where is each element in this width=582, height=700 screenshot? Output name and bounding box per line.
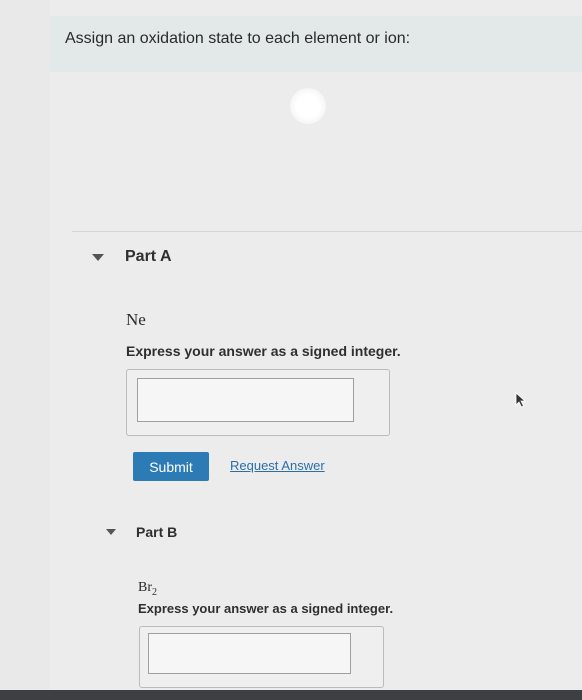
part-b-header[interactable]: Part B: [106, 524, 177, 540]
collapse-triangle-icon[interactable]: [106, 529, 116, 535]
part-a-species: Ne: [126, 310, 146, 329]
part-b-instruction: Express your answer as a signed integer.: [138, 601, 394, 616]
screen: Assign an oxidation state to each elemen…: [0, 0, 582, 690]
part-a-label: Part A: [125, 248, 172, 265]
problem-intro-text: Assign an oxidation state to each elemen…: [65, 30, 411, 47]
submit-button[interactable]: Submit: [133, 452, 209, 481]
part-b-species-base: Br: [138, 580, 152, 595]
part-b-species: Br2: [138, 580, 157, 598]
part-b-label: Part B: [136, 524, 178, 540]
section-divider: [72, 231, 582, 232]
part-a-answer-input[interactable]: [137, 378, 354, 422]
problem-intro: Assign an oxidation state to each elemen…: [50, 16, 582, 72]
bottom-bar: [0, 690, 582, 700]
screen-glare: [290, 88, 326, 124]
cursor-arrow-icon: [515, 392, 527, 408]
part-a-header[interactable]: Part A: [92, 248, 172, 266]
collapse-triangle-icon[interactable]: [92, 253, 104, 261]
request-answer-link[interactable]: Request Answer: [230, 458, 325, 473]
part-a-instruction: Express your answer as a signed integer.: [126, 343, 401, 359]
part-b-species-subscript: 2: [152, 586, 157, 598]
part-b-answer-input[interactable]: [148, 633, 351, 674]
